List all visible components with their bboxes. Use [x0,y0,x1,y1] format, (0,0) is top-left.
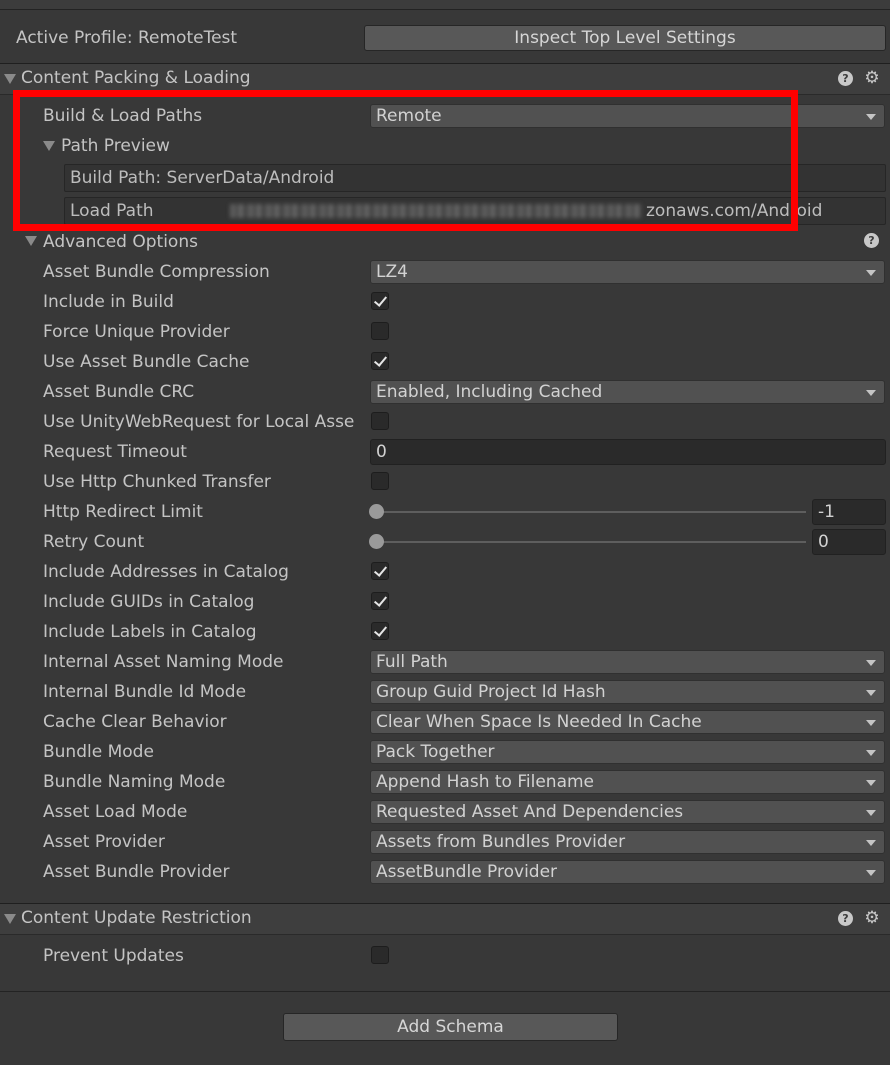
asset-load-mode-dropdown[interactable]: Requested Asset And Dependencies [370,800,885,824]
add-schema-button[interactable]: Add Schema [283,1013,618,1041]
internal-asset-naming-dropdown[interactable]: Full Path [370,650,885,674]
dropdown-value: Enabled, Including Cached [376,382,603,402]
dropdown-value: Assets from Bundles Provider [376,832,626,852]
bundle-naming-dropdown[interactable]: Append Hash to Filename [370,770,885,794]
cache-clear-dropdown[interactable]: Clear When Space Is Needed In Cache [370,710,885,734]
request-timeout-label: Request Timeout [43,442,187,462]
prevent-updates-label: Prevent Updates [43,946,184,966]
include-labels-checkbox[interactable] [371,622,389,640]
prevent-updates-checkbox[interactable] [371,946,389,964]
advanced-options-title: Advanced Options [43,232,198,252]
gear-icon[interactable]: ⚙ [864,910,880,927]
retry-count-slider-track[interactable] [376,541,806,543]
include-addresses-checkbox[interactable] [371,562,389,580]
dropdown-value: AssetBundle Provider [376,862,558,882]
foldout-arrow-icon[interactable] [4,74,16,84]
help-icon[interactable]: ? [838,71,853,86]
chevron-down-icon [866,390,876,396]
chevron-down-icon [866,270,876,276]
chevron-down-icon [866,780,876,786]
include-addresses-label: Include Addresses in Catalog [43,562,289,582]
use-asset-bundle-cache-checkbox[interactable] [371,352,389,370]
divider [0,991,890,992]
bundle-mode-label: Bundle Mode [43,742,154,762]
chevron-down-icon [866,720,876,726]
check-icon [373,593,388,607]
bundle-naming-label: Bundle Naming Mode [43,772,226,792]
use-unitywebrequest-label: Use UnityWebRequest for Local Asse [43,412,355,432]
asset-load-mode-label: Asset Load Mode [43,802,188,822]
asset-bundle-compression-dropdown[interactable]: LZ4 [370,260,885,284]
include-in-build-checkbox[interactable] [371,292,389,310]
chevron-down-icon [866,690,876,696]
include-in-build-label: Include in Build [43,292,174,312]
include-labels-label: Include Labels in Catalog [43,622,257,642]
asset-bundle-crc-label: Asset Bundle CRC [43,382,195,402]
asset-provider-dropdown[interactable]: Assets from Bundles Provider [370,830,885,854]
asset-bundle-provider-dropdown[interactable]: AssetBundle Provider [370,860,885,884]
include-guids-label: Include GUIDs in Catalog [43,592,255,612]
retry-count-slider-handle[interactable] [369,534,384,549]
dropdown-value: Append Hash to Filename [376,772,595,792]
content-packing-title: Content Packing & Loading [21,68,251,88]
asset-bundle-provider-label: Asset Bundle Provider [43,862,230,882]
chevron-down-icon [866,870,876,876]
inspector-top-strip [0,0,890,10]
help-icon[interactable]: ? [864,233,879,248]
http-redirect-limit-label: Http Redirect Limit [43,502,203,522]
force-unique-provider-checkbox[interactable] [371,322,389,340]
check-icon [373,293,388,307]
chevron-down-icon [866,114,876,120]
cache-clear-label: Cache Clear Behavior [43,712,227,732]
dropdown-value: Pack Together [376,742,495,762]
foldout-arrow-icon[interactable] [4,914,16,924]
chevron-down-icon [866,810,876,816]
use-http-chunked-label: Use Http Chunked Transfer [43,472,271,492]
use-asset-bundle-cache-label: Use Asset Bundle Cache [43,352,250,372]
chevron-down-icon [866,660,876,666]
highlight-box [13,90,798,231]
dropdown-value: Requested Asset And Dependencies [376,802,684,822]
use-http-chunked-checkbox[interactable] [371,472,389,490]
asset-provider-label: Asset Provider [43,832,165,852]
force-unique-provider-label: Force Unique Provider [43,322,230,342]
gear-icon[interactable]: ⚙ [864,70,880,87]
internal-asset-naming-label: Internal Asset Naming Mode [43,652,284,672]
asset-bundle-compression-label: Asset Bundle Compression [43,262,270,282]
chevron-down-icon [866,750,876,756]
chevron-down-icon [866,840,876,846]
active-profile-label: Active Profile: RemoteTest [16,28,238,48]
help-icon[interactable]: ? [838,911,853,926]
http-redirect-limit-slider-handle[interactable] [369,504,384,519]
use-unitywebrequest-checkbox[interactable] [371,412,389,430]
check-icon [373,623,388,637]
internal-bundle-id-label: Internal Bundle Id Mode [43,682,247,702]
content-update-header[interactable]: Content Update Restriction ? ⚙ [0,903,890,935]
retry-count-label: Retry Count [43,532,145,552]
dropdown-value: Full Path [376,652,448,672]
inspect-top-level-settings-button[interactable]: Inspect Top Level Settings [364,25,886,51]
dropdown-value: Group Guid Project Id Hash [376,682,606,702]
include-guids-checkbox[interactable] [371,592,389,610]
retry-count-input[interactable]: 0 [812,529,886,555]
request-timeout-input[interactable]: 0 [370,439,886,465]
check-icon [373,353,388,367]
http-redirect-limit-slider-track[interactable] [376,511,806,513]
http-redirect-limit-input[interactable]: -1 [812,499,886,525]
dropdown-value: LZ4 [376,262,408,282]
asset-bundle-crc-dropdown[interactable]: Enabled, Including Cached [370,380,885,404]
content-update-title: Content Update Restriction [21,908,252,928]
internal-bundle-id-dropdown[interactable]: Group Guid Project Id Hash [370,680,885,704]
bundle-mode-dropdown[interactable]: Pack Together [370,740,885,764]
check-icon [373,563,388,577]
advanced-options-foldout-icon[interactable] [25,236,37,246]
dropdown-value: Clear When Space Is Needed In Cache [376,712,702,732]
